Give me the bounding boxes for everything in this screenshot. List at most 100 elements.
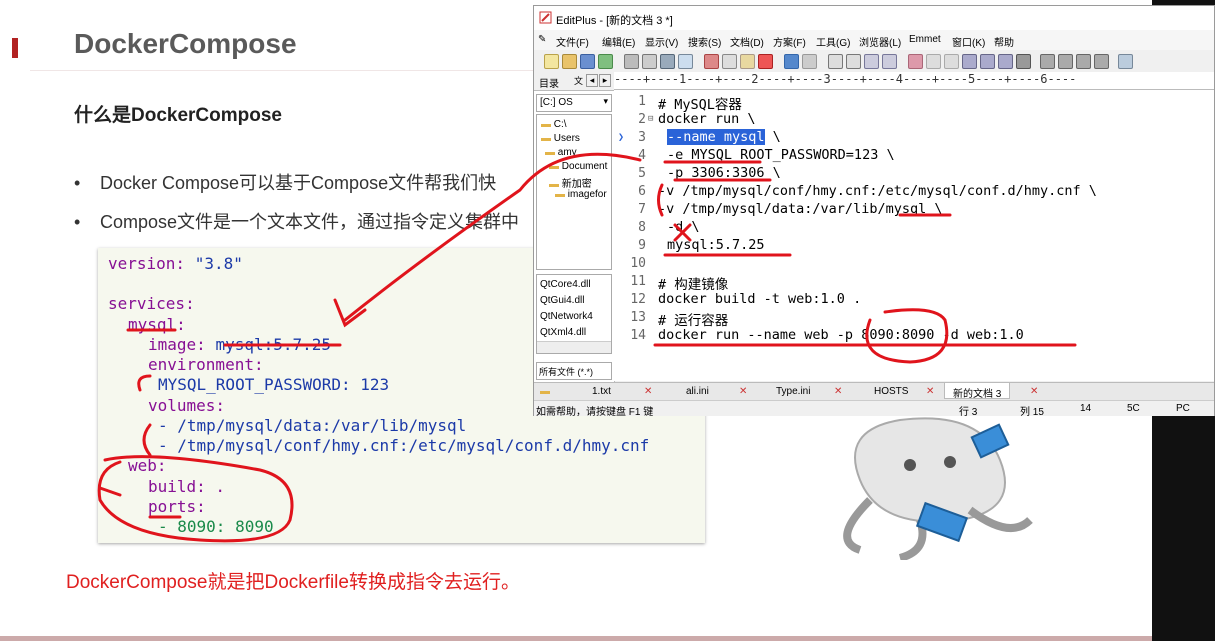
line-number: 8 bbox=[638, 220, 646, 235]
file-item[interactable]: QtXml4.dll bbox=[540, 327, 586, 338]
code-line-tail: \ bbox=[764, 129, 781, 145]
folder-item[interactable]: ▬ amy bbox=[545, 147, 577, 158]
file-filter-select[interactable]: 所有文件 (*.*) bbox=[536, 362, 612, 380]
tab-1-txt[interactable]: 1.txt bbox=[592, 386, 611, 397]
file-list[interactable]: QtCore4.dll QtGui4.dll QtNetwork4 QtXml4… bbox=[536, 274, 612, 354]
tab-new-document-3[interactable]: 新的文档 3 bbox=[944, 383, 1011, 400]
word-wrap-icon[interactable] bbox=[962, 54, 977, 69]
folder-label: amy bbox=[557, 147, 577, 158]
window-tile-icon[interactable] bbox=[1040, 54, 1055, 69]
folder-item[interactable]: ▬ imagefor bbox=[555, 189, 607, 200]
close-icon[interactable]: ✕ bbox=[739, 386, 747, 397]
close-icon[interactable]: ✕ bbox=[834, 386, 842, 397]
sidebar-prev-arrow-icon[interactable]: ◂ bbox=[586, 74, 598, 87]
tab-ali-ini[interactable]: ali.ini bbox=[686, 386, 709, 397]
line-number: 9 bbox=[638, 238, 646, 253]
menu-item-project[interactable]: 方案(F) bbox=[773, 34, 806, 49]
sidebar-tab-directory[interactable]: 目录 bbox=[539, 75, 559, 90]
ruler-icon[interactable] bbox=[944, 54, 959, 69]
window-title: EditPlus - [新的文档 3 *] bbox=[556, 15, 673, 27]
line-number: 10 bbox=[630, 256, 646, 271]
save-icon[interactable] bbox=[580, 54, 595, 69]
code-editor[interactable]: 1 2 3 4 5 6 7 8 9 10 11 12 13 14 ⊟ ❯ # M… bbox=[614, 90, 1214, 381]
close-icon[interactable]: ✕ bbox=[1030, 386, 1038, 397]
folder-item[interactable]: ▬ 新加密 bbox=[549, 175, 592, 190]
code-line: version: "3.8" bbox=[108, 254, 243, 273]
menu-item-window[interactable]: 窗口(K) bbox=[952, 34, 985, 49]
sidebar-tab-x-icon[interactable]: 文 bbox=[574, 74, 583, 87]
menu-item-browser[interactable]: 浏览器(L) bbox=[859, 34, 901, 49]
menu-bar: ✎ 文件(F) 编辑(E) 显示(V) 搜索(S) 文档(D) 方案(F) 工具… bbox=[534, 30, 1214, 50]
file-item[interactable]: QtGui4.dll bbox=[540, 295, 584, 306]
new-file-icon[interactable] bbox=[544, 54, 559, 69]
folder-item[interactable]: ▬ Users bbox=[541, 133, 580, 144]
heading-icon[interactable] bbox=[926, 54, 941, 69]
fold-minus-icon[interactable]: ⊟ bbox=[648, 114, 653, 124]
tab-type-ini[interactable]: Type.ini bbox=[776, 386, 810, 397]
window-split-icon[interactable] bbox=[1076, 54, 1091, 69]
folder-item[interactable]: ▬ Document bbox=[549, 161, 607, 172]
code-line: services: bbox=[108, 294, 195, 313]
folder-item[interactable]: ▬ C:\ bbox=[541, 119, 567, 130]
tab-hosts[interactable]: HOSTS bbox=[874, 386, 908, 397]
line-number: 7 bbox=[638, 202, 646, 217]
pencil-icon: ✎ bbox=[538, 34, 547, 45]
folder-label: Users bbox=[553, 133, 580, 144]
close-icon[interactable]: ✕ bbox=[644, 386, 652, 397]
print-preview-icon[interactable] bbox=[642, 54, 657, 69]
settings-gear-icon[interactable] bbox=[1016, 54, 1031, 69]
file-item[interactable]: QtCore4.dll bbox=[540, 279, 591, 290]
line-number-icon[interactable] bbox=[980, 54, 995, 69]
cut-icon[interactable] bbox=[704, 54, 719, 69]
browser-preview-icon[interactable] bbox=[678, 54, 693, 69]
font-icon[interactable] bbox=[908, 54, 923, 69]
find-in-files-icon[interactable] bbox=[864, 54, 879, 69]
paste-icon[interactable] bbox=[740, 54, 755, 69]
section-subtitle: 什么是DockerCompose bbox=[74, 105, 282, 126]
replace-icon[interactable] bbox=[846, 54, 861, 69]
file-item[interactable]: QtNetwork4 bbox=[540, 311, 593, 322]
open-folder-icon[interactable] bbox=[562, 54, 577, 69]
full-screen-icon[interactable] bbox=[1094, 54, 1109, 69]
folder-icon: ▬ bbox=[540, 386, 550, 397]
file-list-hscrollbar[interactable] bbox=[537, 341, 611, 353]
drive-select[interactable]: [C:] OS ▾ bbox=[536, 94, 612, 112]
copy-icon[interactable] bbox=[722, 54, 737, 69]
goto-line-icon[interactable] bbox=[882, 54, 897, 69]
menu-item-file[interactable]: 文件(F) bbox=[556, 34, 589, 49]
sidebar-next-arrow-icon[interactable]: ▸ bbox=[599, 74, 611, 87]
window-cascade-icon[interactable] bbox=[1058, 54, 1073, 69]
menu-item-view[interactable]: 显示(V) bbox=[645, 34, 678, 49]
close-icon[interactable]: ✕ bbox=[926, 386, 934, 397]
drive-select-value: [C:] OS bbox=[540, 97, 573, 108]
menu-item-tools[interactable]: 工具(G) bbox=[816, 34, 850, 49]
folder-icon: ▬ bbox=[541, 133, 551, 144]
redo-icon[interactable] bbox=[802, 54, 817, 69]
undo-icon[interactable] bbox=[784, 54, 799, 69]
folder-icon: ▬ bbox=[555, 189, 565, 200]
current-line-marker-icon: ❯ bbox=[618, 132, 625, 143]
bullet-item: • Docker Compose可以基于Compose文件帮我们快 bbox=[74, 169, 496, 195]
print-icon[interactable] bbox=[624, 54, 639, 69]
code-line: -d \ bbox=[667, 219, 700, 235]
save-all-icon[interactable] bbox=[598, 54, 613, 69]
code-line: --name mysql \ bbox=[667, 129, 781, 145]
menu-item-search[interactable]: 搜索(S) bbox=[688, 34, 721, 49]
window-titlebar[interactable]: EditPlus - [新的文档 3 *] bbox=[534, 6, 1214, 30]
column-select-icon[interactable] bbox=[998, 54, 1013, 69]
code-line: # 运行容器 bbox=[658, 313, 729, 329]
menu-item-help[interactable]: 帮助 bbox=[994, 34, 1014, 49]
menu-item-emmet[interactable]: Emmet bbox=[909, 34, 941, 45]
spell-check-icon[interactable] bbox=[660, 54, 675, 69]
menu-item-edit[interactable]: 编辑(E) bbox=[602, 34, 635, 49]
editplus-window[interactable]: EditPlus - [新的文档 3 *] ✎ 文件(F) 编辑(E) 显示(V… bbox=[533, 5, 1215, 418]
help-pointer-icon[interactable] bbox=[1118, 54, 1133, 69]
delete-icon[interactable] bbox=[758, 54, 773, 69]
code-line: mysql:5.7.25 bbox=[667, 237, 765, 253]
line-number: 2 bbox=[638, 112, 646, 127]
folder-tree[interactable]: ▬ C:\ ▬ Users ▬ amy ▬ Document ▬ 新加密 ▬ i… bbox=[536, 114, 612, 270]
code-line: -v /tmp/mysql/data:/var/lib/mysql \ bbox=[658, 201, 943, 217]
status-line-ending: PC bbox=[1176, 403, 1190, 414]
find-icon[interactable] bbox=[828, 54, 843, 69]
menu-item-document[interactable]: 文档(D) bbox=[730, 34, 764, 49]
